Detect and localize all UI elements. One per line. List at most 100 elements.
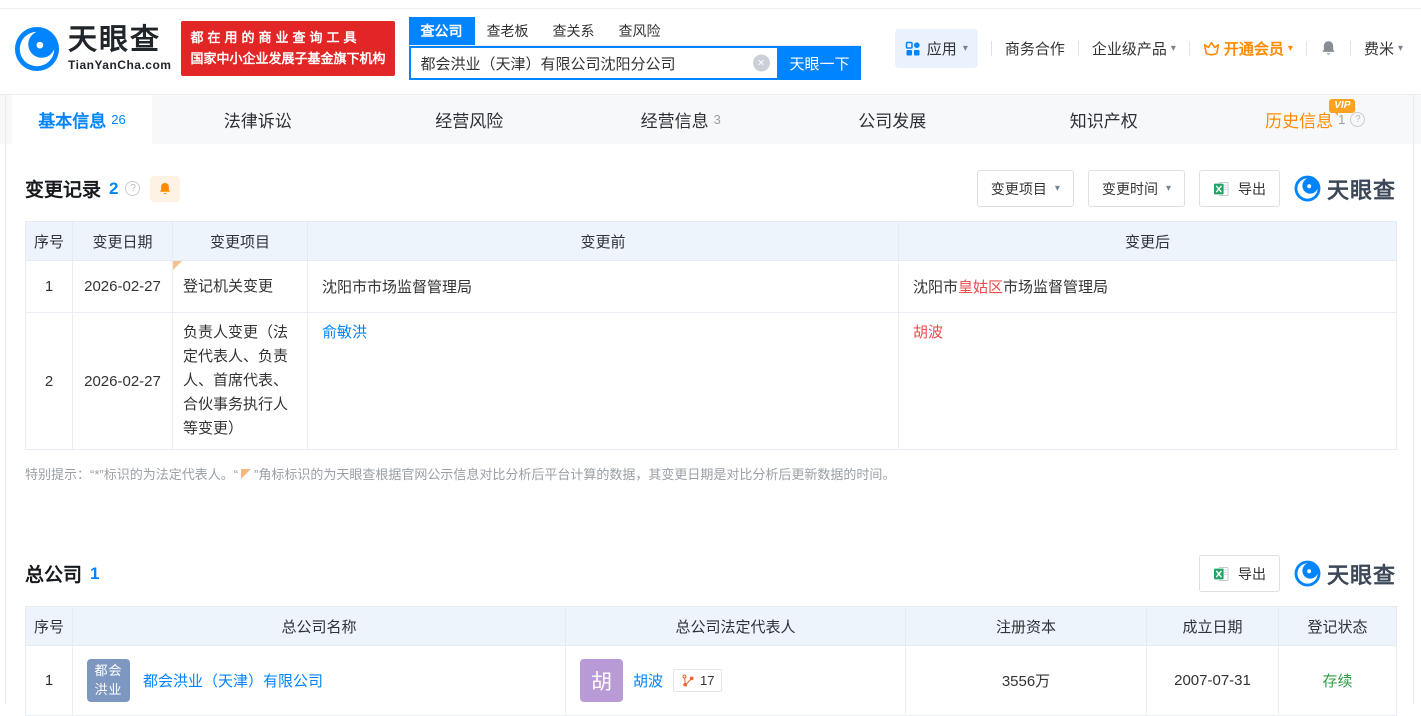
special-note: 特别提示：“*”标识的为法定代表人。“ ”角标标识的为天眼查根据官网公示信息对比…: [25, 464, 1396, 483]
computed-data-corner-mark: [173, 261, 182, 270]
cell-change-date: 2026-02-27: [73, 261, 173, 313]
status-badge: 存续: [1322, 673, 1352, 690]
avatar-text: 都会: [94, 662, 122, 680]
search-tab-relation[interactable]: 查关系: [541, 17, 607, 45]
search-tab-company[interactable]: 查公司: [409, 17, 475, 45]
notification-bell-icon[interactable]: [1320, 40, 1337, 57]
search-input[interactable]: [409, 46, 779, 80]
tab-label: 法律诉讼: [224, 107, 292, 132]
col-header-no: 序号: [26, 222, 73, 261]
question-icon[interactable]: ?: [1350, 112, 1365, 127]
cell-no: 1: [26, 646, 73, 716]
change-record-table: 序号 变更日期 变更项目 变更前 变更后 1 2026-02-27 登记机关变更…: [25, 221, 1397, 450]
subscribe-bell-button[interactable]: [150, 176, 180, 202]
tab-label: 知识产权: [1070, 107, 1138, 132]
slogan-banner: 都在用的商业查询工具 国家中小企业发展子基金旗下机构: [181, 21, 394, 75]
section-count: 2: [109, 179, 118, 199]
search-tab-risk[interactable]: 查风险: [607, 17, 673, 45]
brand-name: 天眼查: [68, 26, 171, 55]
slogan-line-2: 国家中小企业发展子基金旗下机构: [190, 49, 385, 69]
chevron-down-icon: ▾: [1055, 183, 1060, 194]
section-title: 变更记录: [25, 175, 101, 202]
tab-count: 1: [1338, 112, 1345, 127]
related-companies-badge[interactable]: 17: [673, 669, 722, 692]
change-record-section-head: 变更记录 2 ? 变更项目 ▾ 变更时间 ▾ 导出 天眼查: [25, 170, 1396, 207]
col-header-establish-date: 成立日期: [1147, 607, 1279, 646]
filter-change-item-dropdown[interactable]: 变更项目 ▾: [977, 170, 1074, 207]
company-logo-avatar: 都会 洪业: [87, 659, 130, 702]
after-highlight: 皇姑区: [958, 279, 1003, 296]
table-row: 1 都会 洪业 都会洪业（天津）有限公司 胡 胡波: [26, 646, 1397, 716]
col-header-company-name: 总公司名称: [73, 607, 566, 646]
export-button[interactable]: 导出: [1199, 170, 1280, 207]
company-link[interactable]: 都会洪业（天津）有限公司: [143, 670, 323, 691]
search-button[interactable]: 天眼一下: [779, 46, 861, 80]
page-tab-bar: 基本信息 26 法律诉讼 经营风险 经营信息 3 公司发展 知识产权 VIP 历…: [0, 94, 1421, 144]
search-clear-icon[interactable]: ×: [753, 55, 770, 72]
tab-legal-litigation[interactable]: 法律诉讼: [152, 95, 364, 144]
nav-business-cooperation[interactable]: 商务合作: [1005, 38, 1065, 59]
filter-change-time-dropdown[interactable]: 变更时间 ▾: [1088, 170, 1185, 207]
col-header-change-item: 变更项目: [173, 222, 308, 261]
chevron-down-icon: ▾: [1398, 43, 1403, 54]
table-header-row: 序号 变更日期 变更项目 变更前 变更后: [26, 222, 1397, 261]
slogan-line-1: 都在用的商业查询工具: [190, 28, 385, 48]
nav-divider: [1189, 41, 1190, 56]
relation-graph-icon: [681, 674, 695, 688]
main-content: 变更记录 2 ? 变更项目 ▾ 变更时间 ▾ 导出 天眼查: [0, 170, 1421, 716]
tab-basic-info[interactable]: 基本信息 26: [12, 95, 152, 144]
person-link[interactable]: 俞敏洪: [322, 324, 367, 341]
export-label: 导出: [1238, 179, 1266, 199]
note-text: 特别提示：“*”标识的为法定代表人。“: [25, 464, 238, 483]
apps-grid-icon: [905, 41, 921, 57]
legal-rep-avatar: 胡: [580, 659, 623, 702]
nav-business-label: 商务合作: [1005, 38, 1065, 59]
tab-label: 经营信息: [641, 107, 709, 132]
tianyancha-logo[interactable]: 天眼查 TianYanCha.com: [14, 26, 171, 72]
question-icon[interactable]: ?: [125, 181, 140, 196]
cell-establish-date: 2007-07-31: [1147, 646, 1279, 716]
col-header-registration-status: 登记状态: [1279, 607, 1397, 646]
tab-operating-risk[interactable]: 经营风险: [364, 95, 576, 144]
crown-icon: [1203, 41, 1220, 56]
cell-change-item: 负责人变更（法定代表人、负责人、首席代表、合伙事务执行人等变更）: [173, 313, 308, 450]
note-text: ”角标标识的为天眼查根据官网公示信息对比分析后平台计算的数据，其变更日期是对比分…: [254, 464, 895, 483]
tianyancha-logo-icon: [1294, 175, 1321, 202]
tianyancha-logo-icon: [14, 26, 60, 72]
table-row: 2 2026-02-27 负责人变更（法定代表人、负责人、首席代表、合伙事务执行…: [26, 313, 1397, 450]
parent-company-table: 序号 总公司名称 总公司法定代表人 注册资本 成立日期 登记状态 1 都会 洪业…: [25, 606, 1397, 716]
avatar-text: 洪业: [94, 681, 122, 699]
page-left-edge: [5, 95, 6, 704]
tab-label: 公司发展: [858, 107, 926, 132]
search-tab-boss[interactable]: 查老板: [475, 17, 541, 45]
nav-open-vip[interactable]: 开通会员 ▾: [1203, 38, 1293, 59]
tianyancha-logo-icon: [1294, 560, 1321, 587]
export-button[interactable]: 导出: [1199, 555, 1280, 592]
section-title: 总公司: [25, 560, 82, 587]
chevron-down-icon: ▾: [1171, 43, 1176, 54]
after-text: 市场监督管理局: [1003, 279, 1108, 296]
cell-after: 沈阳市皇姑区市场监督管理局: [899, 261, 1397, 313]
nav-vip-label: 开通会员: [1224, 38, 1284, 59]
nav-enterprise-label: 企业级产品: [1092, 38, 1167, 59]
cell-before: 沈阳市市场监督管理局: [308, 261, 899, 313]
tab-operating-info[interactable]: 经营信息 3: [575, 95, 787, 144]
cell-after: 胡波: [899, 313, 1397, 450]
tab-history-info[interactable]: VIP 历史信息 1 ?: [1210, 95, 1421, 144]
tianyancha-watermark: 天眼查: [1294, 173, 1396, 205]
col-header-before: 变更前: [308, 222, 899, 261]
related-count: 17: [700, 673, 714, 688]
tab-label: 基本信息: [38, 107, 106, 132]
excel-icon: [1213, 566, 1230, 582]
filter-label: 变更时间: [1102, 179, 1158, 199]
brand-domain: TianYanCha.com: [68, 58, 171, 72]
apps-button[interactable]: 应用 ▾: [895, 29, 978, 68]
col-header-no: 序号: [26, 607, 73, 646]
legal-rep-link[interactable]: 胡波: [633, 670, 663, 691]
tab-company-development[interactable]: 公司发展: [787, 95, 999, 144]
cell-no: 1: [26, 261, 73, 313]
nav-user-menu[interactable]: 费米 ▾: [1364, 38, 1403, 59]
tab-intellectual-property[interactable]: 知识产权: [998, 95, 1210, 144]
nav-enterprise-products[interactable]: 企业级产品 ▾: [1092, 38, 1176, 59]
filter-label: 变更项目: [991, 179, 1047, 199]
